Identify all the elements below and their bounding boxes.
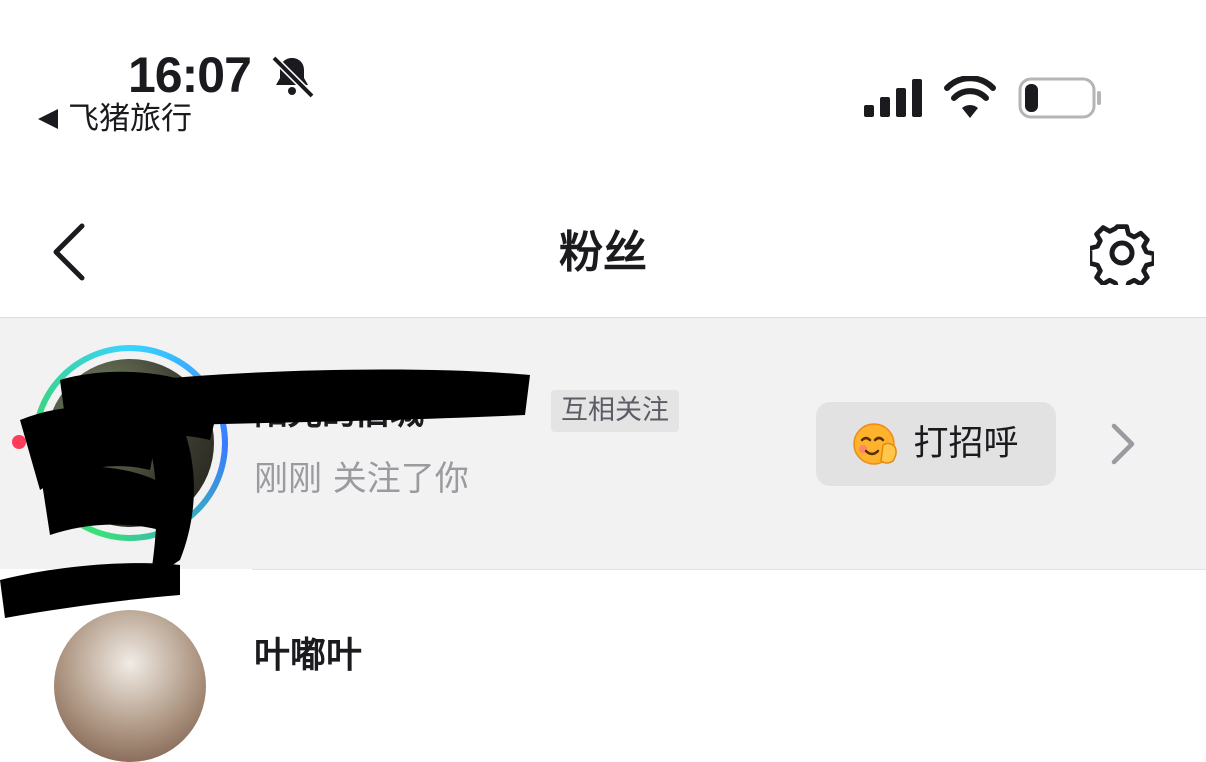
mutual-follow-badge: 互相关注 [551,390,679,432]
gear-icon[interactable] [1090,221,1154,285]
say-hi-button[interactable]: 打招呼 [816,402,1056,486]
battery-icon [1018,77,1101,119]
avatar[interactable] [32,345,228,541]
signal-icon [864,79,922,117]
status-time: 16:07 [128,47,252,103]
chevron-right-icon[interactable] [1108,422,1138,466]
bell-muted-icon [271,55,315,99]
say-hi-label: 打招呼 [913,424,1019,464]
follower-name[interactable]: 叶嘟叶 [254,634,362,678]
wifi-icon [944,76,996,118]
row-divider [252,569,1206,570]
waving-smile-emoji-icon [853,423,898,465]
page-title: 粉丝 [559,227,647,278]
follow-subtitle: 刚刚 关注了你 [254,459,469,499]
follower-name[interactable]: 阳光的旧城 [254,392,424,434]
back-to-app[interactable]: 飞猪旅行 [38,100,192,138]
avatar-ring-gap [38,351,222,535]
avatar-image [46,359,214,527]
avatar[interactable] [54,610,206,762]
back-triangle-icon [38,109,58,129]
back-app-label: 飞猪旅行 [68,101,192,137]
live-indicator [12,435,26,449]
